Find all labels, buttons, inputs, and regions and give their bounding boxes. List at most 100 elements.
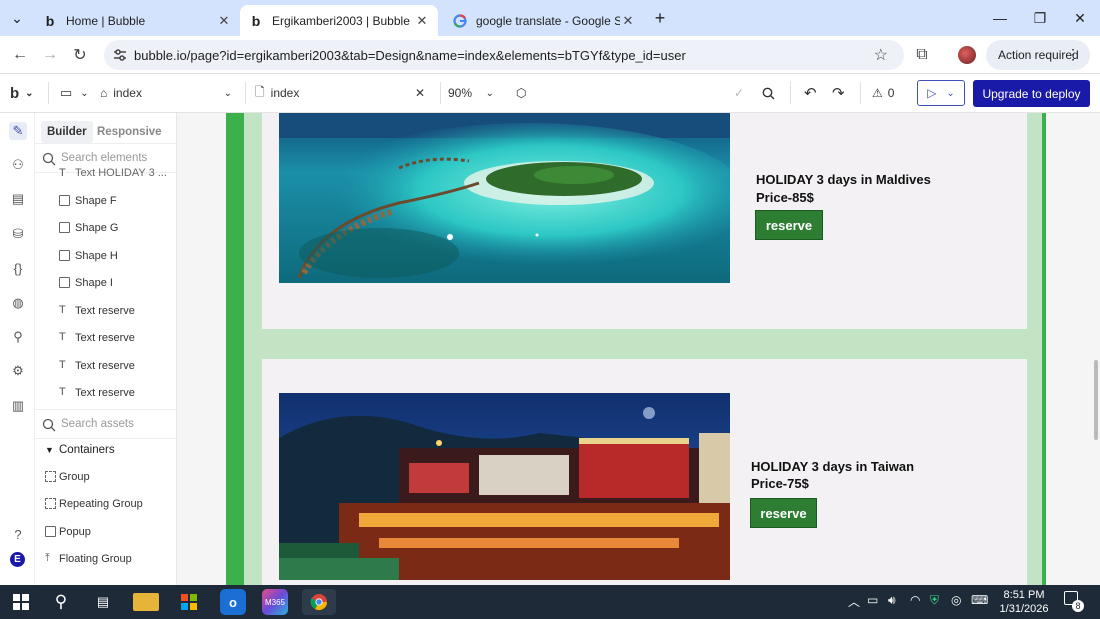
close-window-icon[interactable]: ✕ xyxy=(1060,0,1100,36)
canvas-scrollbar[interactable] xyxy=(1094,360,1098,440)
chrome-taskbar-icon[interactable] xyxy=(302,589,336,615)
element-row-shape[interactable]: Shape F xyxy=(35,188,176,214)
task-view-icon[interactable]: ▤ xyxy=(90,589,116,615)
help-question-icon[interactable]: ? xyxy=(9,525,27,543)
tab-builder[interactable]: Builder xyxy=(41,121,93,143)
palette-icon[interactable]: ◍ xyxy=(9,294,27,312)
bubble-logo-menu[interactable]: b ⌄ xyxy=(10,80,34,106)
upgrade-to-deploy-button[interactable]: Upgrade to deploy xyxy=(973,80,1090,107)
tab-responsive[interactable]: Responsive xyxy=(91,121,168,143)
card-price[interactable]: Price-75$ xyxy=(751,475,809,493)
element-row-text[interactable]: T Text reserve xyxy=(35,298,176,324)
device-preview-dropdown[interactable]: ▭ ⌄ xyxy=(60,80,89,106)
card-price[interactable]: Price-85$ xyxy=(756,189,814,207)
close-tab-icon[interactable]: ✕ xyxy=(620,13,636,29)
containers-label: Containers xyxy=(59,444,115,456)
reserve-button[interactable]: reserve xyxy=(755,210,823,240)
divider xyxy=(860,82,861,104)
maldives-island-photo[interactable] xyxy=(279,113,730,283)
profile-avatar[interactable] xyxy=(955,43,979,67)
wifi-icon[interactable]: ◠ xyxy=(910,593,920,607)
issues-button[interactable]: ⚠ 0 xyxy=(872,80,894,106)
reserve-button[interactable]: reserve xyxy=(750,498,817,528)
volume-icon[interactable]: 🔊︎ xyxy=(888,593,896,608)
asset-label: Group xyxy=(59,471,90,483)
element-row-text[interactable]: T Text reserve xyxy=(35,353,176,379)
page-selector[interactable]: ⌂ index ⌄ xyxy=(100,80,240,106)
search-icon xyxy=(42,418,56,432)
element-row-text[interactable]: T Text reserve xyxy=(35,325,176,351)
battery-icon[interactable]: ▭ xyxy=(867,593,878,607)
repeating-group-icon xyxy=(45,498,56,509)
security-shield-icon[interactable]: ⛨ xyxy=(930,593,939,608)
page-layout-icon[interactable]: ▤ xyxy=(9,190,27,208)
taiwan-night-town-photo[interactable] xyxy=(279,393,730,580)
new-tab-icon[interactable]: + xyxy=(646,0,674,36)
site-settings-icon[interactable] xyxy=(112,47,128,63)
action-required-button[interactable]: Action required ⋮ xyxy=(986,40,1090,70)
browser-tab-home[interactable]: b Home | Bubble ✕ xyxy=(34,5,240,36)
design-canvas[interactable]: HOLIDAY 3 days in Maldives Price-85$ res… xyxy=(177,113,1100,585)
file-explorer-icon[interactable] xyxy=(133,593,159,611)
containers-category[interactable]: ▼ Containers xyxy=(35,437,176,463)
element-row-shape[interactable]: Shape G xyxy=(35,215,176,241)
restore-icon[interactable]: ❐ xyxy=(1020,0,1060,36)
asset-repeating-group[interactable]: Repeating Group xyxy=(35,491,176,517)
undo-icon[interactable]: ↶ xyxy=(804,80,817,106)
card-title[interactable]: HOLIDAY 3 days in Maldives xyxy=(756,171,931,189)
microsoft-store-icon[interactable] xyxy=(176,589,202,615)
asset-floating-group[interactable]: ⤒ Floating Group xyxy=(35,546,176,572)
system-clock[interactable]: 8:51 PM 1/31/2026 xyxy=(986,588,1062,616)
text-T-icon: T xyxy=(59,386,66,398)
windows-start-icon[interactable] xyxy=(8,589,34,615)
logs-chart-icon[interactable]: ▥ xyxy=(9,397,27,415)
close-tab-icon[interactable]: ✕ xyxy=(216,13,232,29)
browser-tab-google[interactable]: google translate - Google Sear ✕ xyxy=(444,5,644,36)
cube-icon[interactable]: ⬡ xyxy=(516,80,526,106)
reload-icon[interactable]: ↻ xyxy=(68,43,92,67)
more-vert-icon[interactable]: ⋮ xyxy=(1066,46,1080,63)
search-assets-input[interactable]: Search assets xyxy=(35,409,176,439)
element-row-text[interactable]: T Text HOLIDAY 3 ... xyxy=(35,161,176,185)
chevron-down-icon: ⌄ xyxy=(223,87,232,99)
styles-braces-icon[interactable]: {} xyxy=(9,259,27,277)
element-row-shape[interactable]: Shape I xyxy=(35,270,176,296)
asset-popup[interactable]: Popup xyxy=(35,519,176,545)
data-database-icon[interactable]: ⛁ xyxy=(9,225,27,243)
url-field[interactable]: bubble.io/page?id=ergikamberi2003&tab=De… xyxy=(104,40,904,70)
m365-copilot-icon[interactable]: M365 xyxy=(262,589,288,615)
card-title[interactable]: HOLIDAY 3 days in Taiwan xyxy=(751,458,914,476)
element-row-shape[interactable]: Shape H xyxy=(35,243,176,269)
browser-tab-editor[interactable]: b Ergikamberi2003 | Bubble Edito ✕ xyxy=(240,5,438,36)
search-icon[interactable] xyxy=(762,80,775,106)
workflow-icon[interactable]: ⚇ xyxy=(9,156,27,174)
asset-label: Popup xyxy=(59,526,91,538)
check-circle-icon[interactable]: ✓ xyxy=(734,80,744,106)
close-tab-icon[interactable]: ✕ xyxy=(414,13,430,29)
redo-icon[interactable]: ↷ xyxy=(832,80,845,106)
zoom-dropdown[interactable]: 90% ⌄ xyxy=(448,80,500,106)
minimize-icon[interactable]: — xyxy=(980,0,1020,36)
chevron-down-icon: ⌄ xyxy=(25,87,34,99)
open-page-tab[interactable]: 🗋 index ✕ xyxy=(255,80,435,106)
preview-button[interactable]: ▷ ⌄ xyxy=(917,80,965,106)
bubble-b-icon: b xyxy=(45,12,55,29)
element-row-text[interactable]: T Text reserve xyxy=(35,380,176,406)
search-icon[interactable]: ⚲ xyxy=(48,589,74,615)
show-hidden-icons-chevron-icon[interactable]: ︿ xyxy=(848,593,860,610)
extensions-puzzle-icon[interactable]: ⧉ xyxy=(910,43,934,67)
notifications-icon[interactable]: 8 xyxy=(1064,591,1084,612)
back-arrow-icon[interactable]: ← xyxy=(8,43,32,67)
app-tray-icon[interactable]: ◎ xyxy=(951,593,961,607)
shape-square-icon xyxy=(59,195,70,206)
asset-group[interactable]: Group xyxy=(35,464,176,490)
forward-arrow-icon[interactable]: → xyxy=(38,43,62,67)
design-pencil-icon[interactable]: ✎ xyxy=(9,122,27,140)
settings-gear-icon[interactable]: ⚙ xyxy=(9,362,27,380)
close-icon[interactable]: ✕ xyxy=(415,86,425,100)
plugins-icon[interactable]: ⚲ xyxy=(9,328,27,346)
outlook-icon[interactable]: o xyxy=(220,589,246,615)
user-avatar-E[interactable]: E xyxy=(10,552,25,567)
bookmark-star-icon[interactable]: ☆ xyxy=(874,45,888,65)
tab-search-chevron-icon[interactable]: ⌄ xyxy=(2,0,32,36)
